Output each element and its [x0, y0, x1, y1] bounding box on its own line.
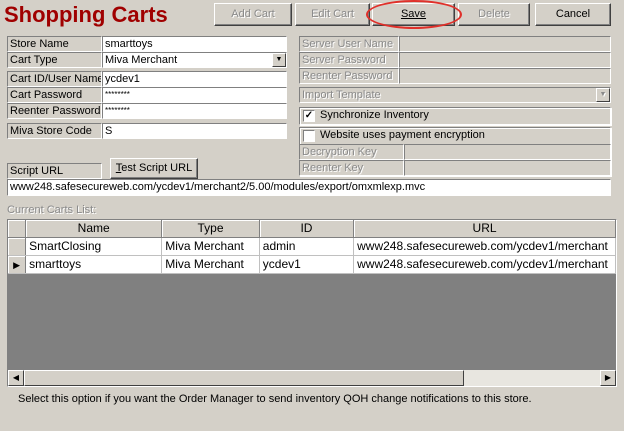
server-password-input[interactable] — [399, 52, 611, 68]
cell-type: Miva Merchant — [161, 255, 260, 274]
cart-id-input[interactable]: ycdev1 — [102, 71, 287, 87]
cart-id-label: Cart ID/User Name — [7, 71, 102, 87]
scroll-left-icon[interactable]: ◀ — [8, 370, 24, 386]
sync-inventory-label: Synchronize Inventory — [320, 109, 429, 121]
cart-type-value: Miva Merchant — [105, 54, 178, 66]
server-user-name-label: Server User Name — [299, 36, 399, 52]
server-password-label: Server Password — [299, 52, 399, 68]
scroll-right-icon[interactable]: ▶ — [600, 370, 616, 386]
save-button-label: Save — [400, 8, 427, 20]
row-selector[interactable]: ▶ — [8, 255, 27, 274]
current-row-pointer-icon: ▶ — [13, 260, 21, 270]
scroll-thumb[interactable] — [24, 370, 464, 386]
save-button[interactable]: Save — [372, 3, 455, 26]
cell-name: smarttoys — [25, 255, 163, 274]
carts-grid[interactable]: Name Type ID URL SmartClosing Miva Merch… — [7, 219, 617, 387]
check-icon: ✓ — [304, 110, 314, 121]
test-script-url-label: est Script URL — [121, 162, 193, 174]
decryption-key-label: Decryption Key — [299, 144, 404, 160]
miva-store-code-input[interactable]: S — [102, 123, 287, 139]
cart-type-label: Cart Type — [7, 52, 102, 68]
page-title: Shopping Carts — [4, 2, 168, 27]
column-header-url[interactable]: URL — [353, 220, 616, 238]
table-row[interactable]: ▶ smarttoys Miva Merchant ycdev1 www248.… — [8, 255, 616, 274]
cell-url: www248.safesecureweb.com/ycdev1/merchant — [353, 237, 616, 256]
cell-type: Miva Merchant — [161, 237, 260, 256]
cell-url: www248.safesecureweb.com/ycdev1/merchant — [353, 255, 616, 274]
horizontal-scrollbar[interactable]: ◀ ▶ — [8, 370, 616, 386]
script-url-label: Script URL — [7, 163, 102, 179]
reenter-password-input[interactable]: ******** — [102, 103, 287, 119]
store-name-input[interactable]: smarttoys — [102, 36, 287, 52]
cell-name: SmartClosing — [25, 237, 163, 256]
test-script-url-button[interactable]: Test Script URL — [110, 158, 198, 179]
cart-password-input[interactable]: ******** — [102, 87, 287, 103]
cart-type-select[interactable]: Miva Merchant ▼ — [102, 52, 287, 68]
grid-header-row: Name Type ID URL — [8, 220, 616, 238]
chevron-down-icon[interactable]: ▼ — [272, 53, 286, 67]
edit-cart-button[interactable]: Edit Cart — [295, 3, 370, 26]
import-template-label: Import Template — [302, 89, 381, 101]
decryption-key-input[interactable] — [404, 144, 611, 160]
store-name-label: Store Name — [7, 36, 102, 52]
payment-encryption-checkbox[interactable] — [303, 130, 315, 142]
cancel-button[interactable]: Cancel — [535, 3, 611, 26]
sync-inventory-checkbox[interactable]: ✓ — [303, 110, 315, 122]
import-template-select[interactable]: Import Template ▼ — [299, 87, 611, 103]
row-selector[interactable] — [8, 237, 27, 256]
server-reenter-password-input[interactable] — [399, 68, 611, 84]
delete-button[interactable]: Delete — [458, 3, 530, 26]
reenter-key-label: Reenter Key — [299, 160, 404, 176]
server-reenter-password-label: Reenter Password — [299, 68, 399, 84]
column-header-id[interactable]: ID — [259, 220, 355, 238]
column-header-name[interactable]: Name — [25, 220, 163, 238]
chevron-down-icon[interactable]: ▼ — [596, 88, 610, 102]
reenter-password-label: Reenter Password — [7, 103, 102, 119]
server-user-name-input[interactable] — [399, 36, 611, 52]
row-selector-header — [8, 220, 27, 238]
script-url-input[interactable]: www248.safesecureweb.com/ycdev1/merchant… — [7, 179, 611, 196]
table-row[interactable]: SmartClosing Miva Merchant admin www248.… — [8, 237, 616, 256]
column-header-type[interactable]: Type — [161, 220, 260, 238]
cart-password-label: Cart Password — [7, 87, 102, 103]
cell-id: ycdev1 — [259, 255, 355, 274]
help-text: Select this option if you want the Order… — [18, 393, 532, 405]
payment-encryption-label: Website uses payment encryption — [320, 129, 485, 141]
cell-id: admin — [259, 237, 355, 256]
reenter-key-input[interactable] — [404, 160, 611, 176]
miva-store-code-label: Miva Store Code — [7, 123, 102, 139]
current-carts-caption: Current Carts List: — [7, 204, 97, 216]
add-cart-button[interactable]: Add Cart — [214, 3, 292, 26]
